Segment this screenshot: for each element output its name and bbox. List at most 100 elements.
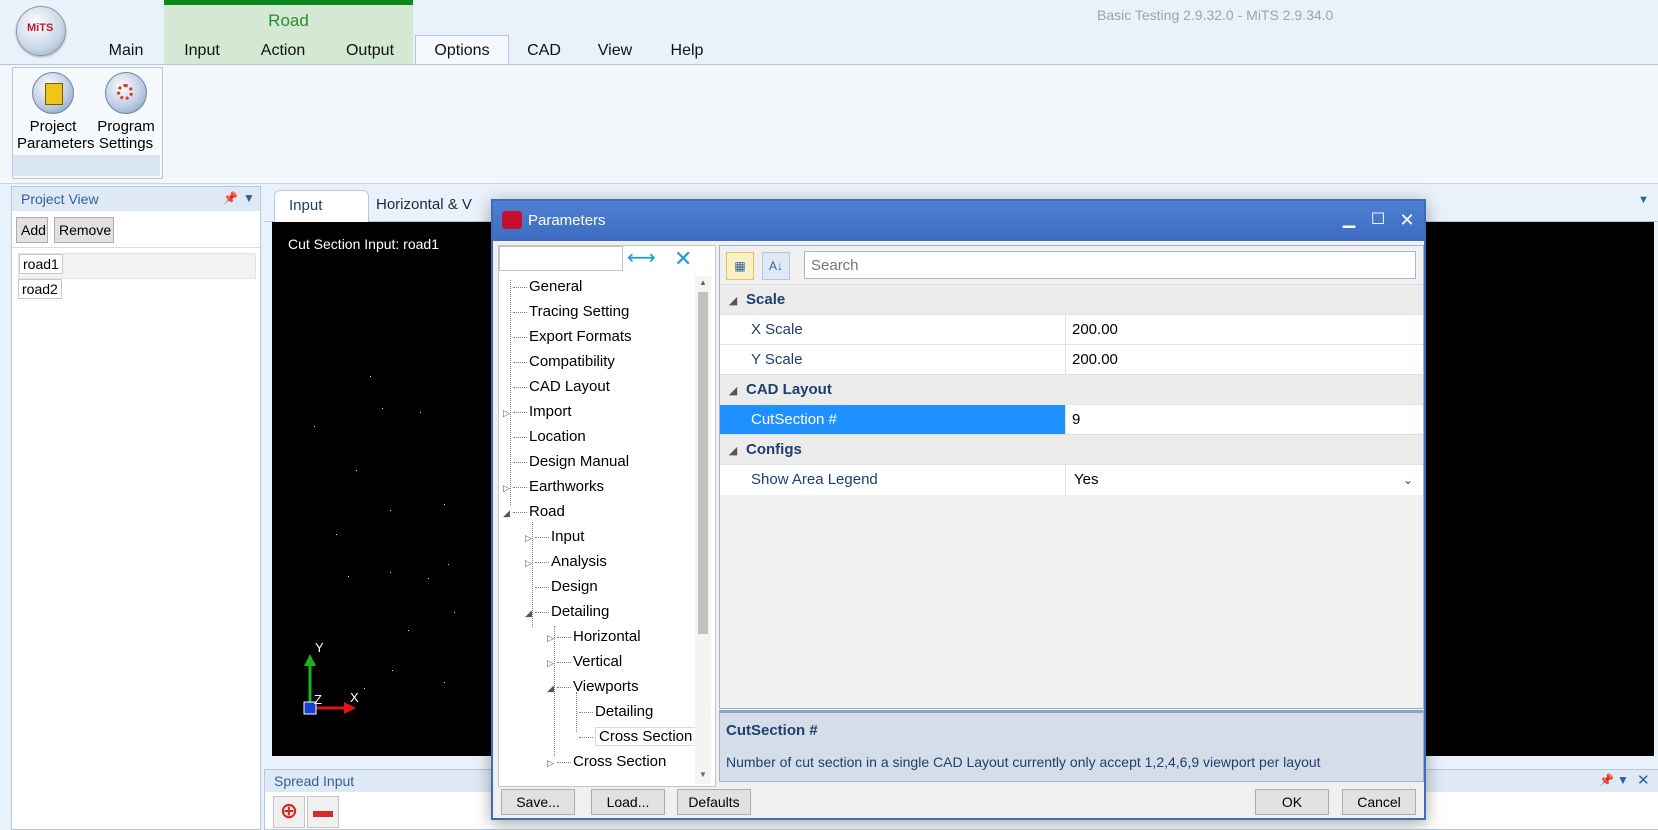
collapse-icon[interactable]: ◢ xyxy=(503,501,513,526)
pin-icon[interactable]: 📌 xyxy=(223,191,238,205)
clear-filter-icon[interactable]: ✕ xyxy=(674,246,692,272)
tree-node[interactable]: ▷ Vertical xyxy=(547,649,622,674)
property-value[interactable]: 9 xyxy=(1066,405,1423,435)
tree-node[interactable]: ◢ Road xyxy=(503,499,565,524)
expand-icon[interactable]: ▷ xyxy=(503,401,513,426)
expand-icon[interactable]: ▷ xyxy=(503,476,513,501)
category-configs[interactable]: ◢ Configs xyxy=(720,434,1423,465)
collapse-icon[interactable]: ◢ xyxy=(525,601,535,626)
expand-icon[interactable]: ▷ xyxy=(525,526,535,551)
category-scale[interactable]: ◢ Scale xyxy=(720,284,1423,315)
tab-options[interactable]: Options xyxy=(415,35,509,66)
collapse-icon: ◢ xyxy=(728,385,738,397)
property-value-dropdown[interactable]: Yes ⌄ xyxy=(1066,465,1423,495)
tree-node[interactable]: Detailing xyxy=(569,699,653,724)
tree-node[interactable]: Cross Section xyxy=(569,724,697,749)
project-parameters-button[interactable]: Project Parameters xyxy=(17,72,95,152)
tree-node[interactable]: General xyxy=(503,274,582,299)
tree-node-label: Cross Section xyxy=(573,753,667,770)
tab-view[interactable]: View xyxy=(595,40,635,64)
tree-connector xyxy=(535,536,549,538)
tree-node-label: Compatibility xyxy=(529,353,615,370)
tree-node[interactable]: ▷ Input xyxy=(525,524,584,549)
tree-node[interactable]: Design Manual xyxy=(503,449,629,474)
close-icon[interactable]: ✕ xyxy=(1637,771,1650,789)
tree-connector xyxy=(557,661,571,663)
project-item-label: road1 xyxy=(19,254,63,274)
property-row-cutsection[interactable]: CutSection # 9 xyxy=(720,404,1423,435)
tree-node[interactable]: ▷ Horizontal xyxy=(547,624,641,649)
load-button[interactable]: Load... xyxy=(591,789,665,815)
expand-icon[interactable]: ▷ xyxy=(547,651,557,676)
spread-input-title: Spread Input xyxy=(274,773,355,789)
tab-output[interactable]: Output xyxy=(338,40,402,64)
doc-tab-input[interactable]: Input xyxy=(274,190,369,222)
tree-node[interactable]: ▷ Import xyxy=(503,399,572,424)
save-button[interactable]: Save... xyxy=(501,789,575,815)
category-cad-layout[interactable]: ◢ CAD Layout xyxy=(720,374,1423,405)
app-logo[interactable]: MiTS xyxy=(16,6,66,56)
tab-overflow-icon[interactable]: ▼ xyxy=(1638,194,1649,206)
tab-cad[interactable]: CAD xyxy=(524,40,564,64)
scroll-up-icon[interactable]: ▲ xyxy=(695,278,711,290)
doc-tab-horizontal-vertical[interactable]: Horizontal & V xyxy=(362,190,486,221)
expand-all-icon[interactable]: ⟷ xyxy=(627,248,681,270)
tree-node[interactable]: CAD Layout xyxy=(503,374,610,399)
tree-node[interactable]: Location xyxy=(503,424,586,449)
chevron-down-icon[interactable]: ⌄ xyxy=(1403,465,1413,495)
project-item-road1[interactable]: road1 xyxy=(18,253,256,279)
property-value[interactable]: 200.00 xyxy=(1066,315,1423,345)
expand-icon[interactable]: ▷ xyxy=(547,626,557,651)
categorized-view-button[interactable]: ▦ xyxy=(726,252,754,280)
remove-row-button[interactable]: ▬ xyxy=(307,796,339,828)
program-settings-button[interactable]: Program Settings xyxy=(90,72,162,152)
property-grid: ▦ A↓ ◢ Scale X Scale 200.00 Y Scale 200.0… xyxy=(719,245,1424,709)
cancel-button[interactable]: Cancel xyxy=(1342,789,1416,815)
remove-button[interactable]: Remove xyxy=(54,217,114,243)
tab-input[interactable]: Input xyxy=(178,40,226,64)
close-icon[interactable]: ✕ xyxy=(1394,207,1420,233)
property-value[interactable]: 200.00 xyxy=(1066,345,1423,375)
tree-connector xyxy=(557,636,571,638)
tree-node[interactable]: ▷ Cross Section xyxy=(547,749,666,774)
project-view-title: Project View xyxy=(21,191,99,207)
property-row-show-area-legend[interactable]: Show Area Legend Yes ⌄ xyxy=(720,464,1423,495)
add-button[interactable]: Add xyxy=(16,217,48,243)
tab-main[interactable]: Main xyxy=(104,40,148,64)
property-search-input[interactable] xyxy=(804,251,1416,279)
tree-connector xyxy=(535,586,549,588)
collapse-icon[interactable]: ◢ xyxy=(547,676,557,701)
property-name: Show Area Legend xyxy=(720,465,1066,495)
dialog-title-bar[interactable]: Parameters ▁ ☐ ✕ xyxy=(493,201,1424,241)
scroll-down-icon[interactable]: ▼ xyxy=(695,770,711,782)
minimize-icon[interactable]: ▁ xyxy=(1336,207,1362,233)
property-row-x-scale[interactable]: X Scale 200.00 xyxy=(720,314,1423,345)
project-parameters-label-2: Parameters xyxy=(17,135,95,152)
tree-node[interactable]: Export Formats xyxy=(503,324,632,349)
tree-scrollbar[interactable]: ▲ ▼ xyxy=(695,276,711,784)
tree-search-input[interactable] xyxy=(499,246,623,271)
property-row-y-scale[interactable]: Y Scale 200.00 xyxy=(720,344,1423,375)
tab-help[interactable]: Help xyxy=(667,40,707,64)
pin-icon[interactable]: 📌 xyxy=(1599,773,1614,787)
tab-action[interactable]: Action xyxy=(254,40,312,64)
add-row-button[interactable]: ⊕ xyxy=(273,796,305,828)
tree-node[interactable]: ◢ Detailing xyxy=(525,599,609,624)
project-item-road2[interactable]: road2 xyxy=(18,279,254,303)
ok-button[interactable]: OK xyxy=(1255,789,1329,815)
tree-node[interactable]: Design xyxy=(525,574,598,599)
expand-icon[interactable]: ▷ xyxy=(547,751,557,776)
defaults-button[interactable]: Defaults xyxy=(677,789,751,815)
tree-node[interactable]: ◢ Viewports xyxy=(547,674,639,699)
tree-node-label: Detailing xyxy=(551,603,610,620)
maximize-icon[interactable]: ☐ xyxy=(1365,207,1391,233)
tree-node[interactable]: Tracing Setting xyxy=(503,299,629,324)
pane-menu-icon[interactable]: ▼ xyxy=(1617,773,1629,787)
pane-menu-icon[interactable]: ▼ xyxy=(243,191,255,205)
scroll-thumb[interactable] xyxy=(698,292,708,634)
tree-node[interactable]: ▷ Earthworks xyxy=(503,474,604,499)
expand-icon[interactable]: ▷ xyxy=(525,551,535,576)
tree-node[interactable]: Compatibility xyxy=(503,349,615,374)
tree-node[interactable]: ▷ Analysis xyxy=(525,549,607,574)
alphabetical-sort-button[interactable]: A↓ xyxy=(762,252,790,280)
